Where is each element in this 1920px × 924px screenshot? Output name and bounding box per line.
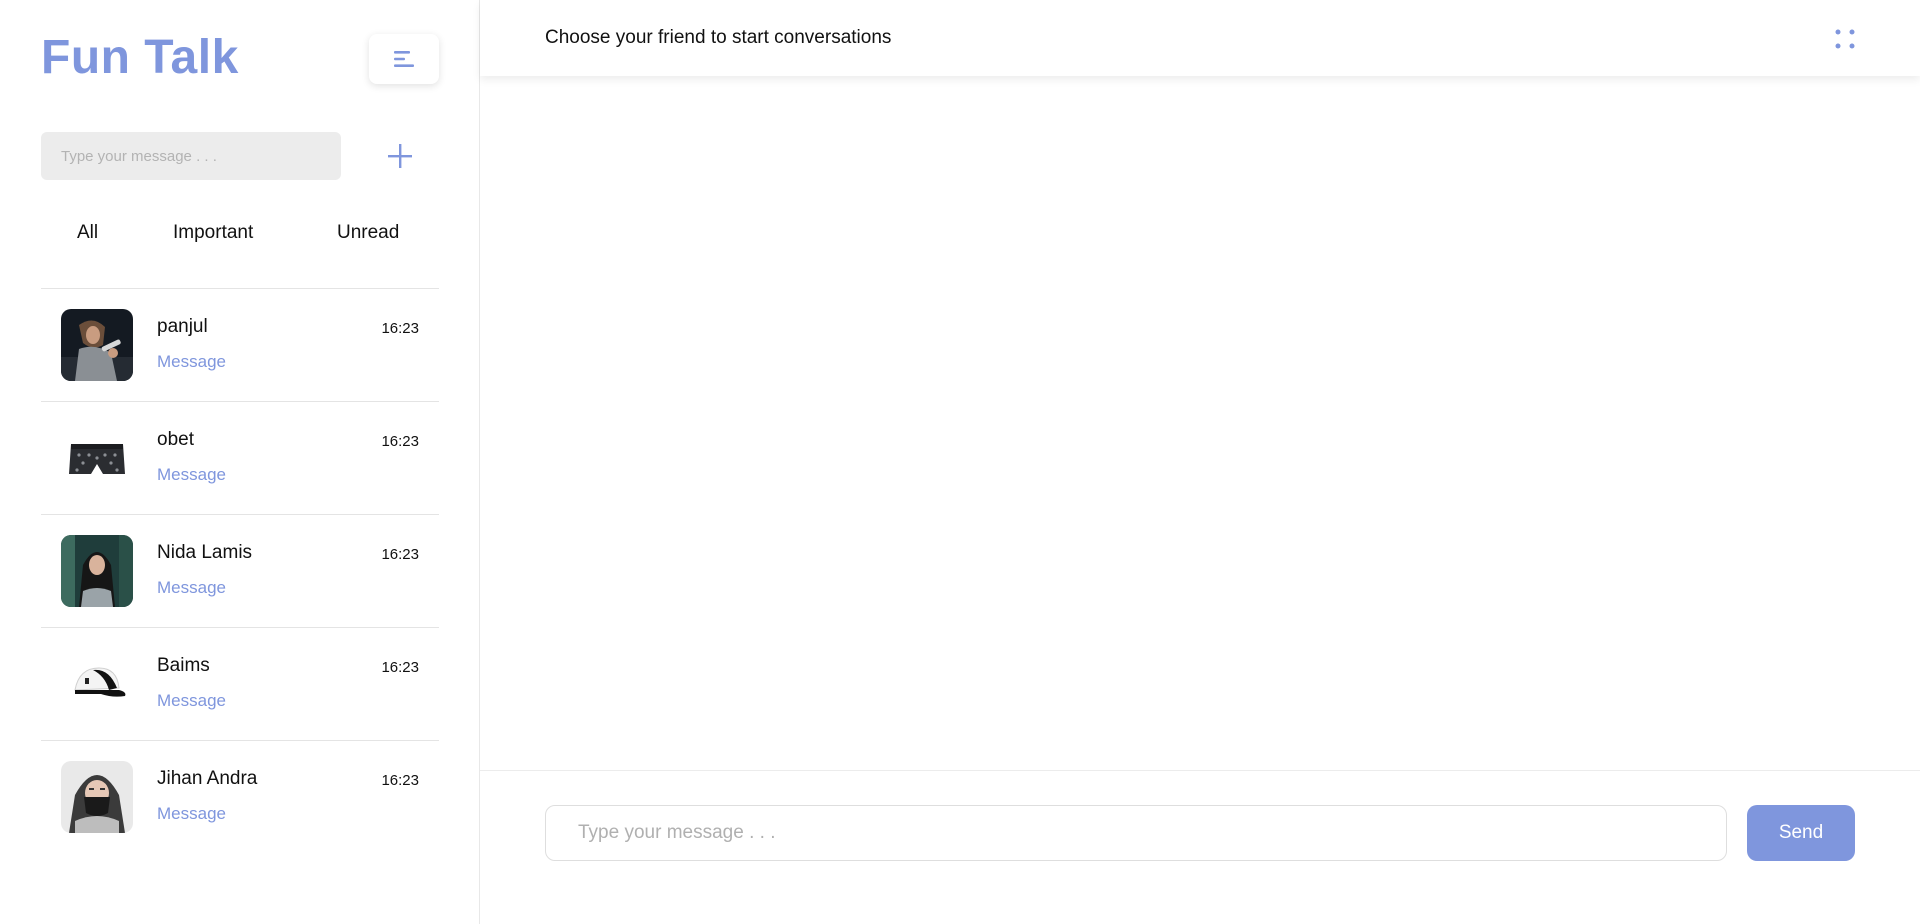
contact-item-nida-lamis[interactable]: Nida Lamis Message 16:23 xyxy=(41,514,439,627)
chat-header: Choose your friend to start conversation… xyxy=(480,0,1920,76)
contact-name: Baims xyxy=(157,655,210,676)
message-time: 16:23 xyxy=(381,433,419,450)
message-time: 16:23 xyxy=(381,546,419,563)
contact-item-jihan-andra[interactable]: Jihan Andra Message 16:23 xyxy=(41,740,439,853)
message-composer: Send xyxy=(480,770,1920,924)
chat-options-button[interactable] xyxy=(1830,24,1860,54)
message-preview: Message xyxy=(157,804,226,823)
guitarist-photo-icon xyxy=(61,309,133,381)
filter-tabs: All Important Unread xyxy=(41,222,439,252)
contact-item-panjul[interactable]: panjul Message 16:23 xyxy=(41,288,439,401)
plus-icon xyxy=(388,144,412,168)
message-time: 16:23 xyxy=(381,772,419,789)
menu-icon xyxy=(394,51,414,67)
send-button[interactable]: Send xyxy=(1747,805,1855,861)
contact-item-obet[interactable]: obet Message 16:23 xyxy=(41,401,439,514)
chat-panel: Choose your friend to start conversation… xyxy=(480,0,1920,924)
avatar xyxy=(61,309,133,381)
app-logo-text: Fun Talk xyxy=(41,31,239,84)
sidebar: Fun Talk All Important Unread xyxy=(0,0,480,924)
contact-name: Jihan Andra xyxy=(157,768,258,789)
avatar xyxy=(61,535,133,607)
contact-list: panjul Message 16:23 obet Message 16:23 … xyxy=(41,288,439,853)
contact-name: Nida Lamis xyxy=(157,542,253,563)
four-dots-icon xyxy=(1835,29,1855,49)
tab-unread[interactable]: Unread xyxy=(337,222,399,244)
chat-header-title: Choose your friend to start conversation… xyxy=(545,27,892,48)
veiled-woman-illustration-icon xyxy=(61,761,133,833)
message-preview: Message xyxy=(157,578,226,597)
contact-item-baims[interactable]: Baims Message 16:23 xyxy=(41,627,439,740)
add-chat-button[interactable] xyxy=(379,138,421,174)
tab-all[interactable]: All xyxy=(77,222,98,244)
message-time: 16:23 xyxy=(381,659,419,676)
contact-name: obet xyxy=(157,429,194,450)
avatar xyxy=(61,761,133,833)
contact-name: panjul xyxy=(157,316,208,337)
menu-button[interactable] xyxy=(369,34,439,84)
message-input[interactable] xyxy=(545,805,1727,861)
message-preview: Message xyxy=(157,352,226,371)
search-input[interactable] xyxy=(41,132,341,180)
message-time: 16:23 xyxy=(381,320,419,337)
tab-important[interactable]: Important xyxy=(173,222,253,244)
avatar xyxy=(61,648,133,720)
woman-hijab-photo-icon xyxy=(61,535,133,607)
baseball-cap-icon xyxy=(61,648,133,720)
boxer-shorts-icon xyxy=(61,422,133,494)
avatar xyxy=(61,422,133,494)
message-preview: Message xyxy=(157,465,226,484)
message-preview: Message xyxy=(157,691,226,710)
